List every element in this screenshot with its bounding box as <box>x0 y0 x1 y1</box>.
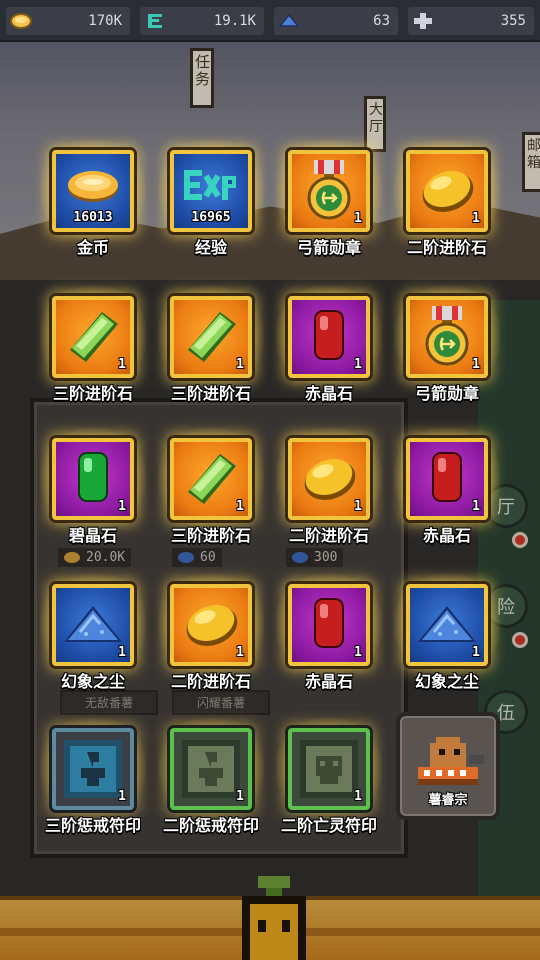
gold-coin-icon <box>10 12 32 30</box>
reward-item[interactable]: 1 二阶进阶石 <box>152 574 270 708</box>
reward-tile: 1 <box>170 296 252 378</box>
reward-tile: 1 <box>52 438 134 520</box>
reward-tile: 16013 <box>52 150 134 232</box>
blue-dust-icon <box>278 12 300 30</box>
reward-item[interactable]: 16013 金币 <box>34 140 152 274</box>
resource-stamina[interactable]: 355 <box>408 7 534 35</box>
reward-count: 1 <box>472 211 480 226</box>
reward-count: 1 <box>354 499 362 514</box>
reward-count: 1 <box>236 645 244 660</box>
reward-item[interactable]: 16965 经验 <box>152 140 270 274</box>
reward-tile: 1 <box>288 728 370 810</box>
resource-experience[interactable]: 19.1K <box>140 7 264 35</box>
reward-item[interactable]: 1 赤晶石 <box>388 428 506 562</box>
reward-tile: 1 <box>406 150 488 232</box>
potato-npc-icon <box>418 737 484 785</box>
reward-name: 二阶进阶石 <box>406 238 487 257</box>
reward-name: 二阶亡灵符印 <box>280 816 377 835</box>
resource-bar: 170K 19.1K 63 355 <box>0 0 540 42</box>
reward-item[interactable]: 1 三阶进阶石 <box>152 428 270 562</box>
experience-e-icon <box>144 12 166 30</box>
reward-name: 幻象之尘 <box>414 672 479 691</box>
reward-count: 1 <box>354 789 362 804</box>
reward-tile: 16965 <box>170 150 252 232</box>
reward-item[interactable]: 1 赤晶石 <box>270 574 388 708</box>
reward-count: 1 <box>354 645 362 660</box>
reward-name: 赤晶石 <box>422 526 471 545</box>
reward-tile: 1 <box>170 584 252 666</box>
reward-item[interactable]: 1 三阶进阶石 <box>152 286 270 420</box>
reward-item[interactable]: 1 幻象之尘 <box>388 574 506 708</box>
npc-name: 薯睿宗 <box>428 793 468 808</box>
reward-tile: 1 <box>170 728 252 810</box>
reward-item[interactable]: 1 赤晶石 <box>270 286 388 420</box>
reward-item[interactable]: 1 二阶惩戒符印 <box>152 718 270 852</box>
reward-tile: 1 <box>288 150 370 232</box>
reward-tile: 1 <box>52 296 134 378</box>
reward-item[interactable]: 1 二阶进阶石 <box>388 140 506 274</box>
reward-tile: 1 <box>288 296 370 378</box>
reward-count: 1 <box>472 499 480 514</box>
npc-card[interactable]: 薯睿宗 <box>396 712 500 820</box>
reward-count: 1 <box>118 357 126 372</box>
reward-tile: 1 <box>406 438 488 520</box>
plus-cross-icon <box>412 12 434 30</box>
reward-count: 1 <box>118 789 126 804</box>
reward-count: 1 <box>354 211 362 226</box>
reward-count: 16965 <box>191 210 231 225</box>
reward-name: 弓箭勋章 <box>414 384 479 403</box>
reward-item[interactable]: 1 碧晶石 <box>34 428 152 562</box>
reward-count: 1 <box>354 357 362 372</box>
reward-count: 1 <box>118 499 126 514</box>
reward-item[interactable]: 1 弓箭勋章 <box>270 140 388 274</box>
resource-dust[interactable]: 63 <box>274 7 398 35</box>
reward-count: 1 <box>472 645 480 660</box>
reward-tile: 1 <box>288 584 370 666</box>
reward-count: 1 <box>236 499 244 514</box>
reward-tile: 1 <box>406 296 488 378</box>
reward-tile: 1 <box>406 584 488 666</box>
reward-item[interactable]: 1 弓箭勋章 <box>388 286 506 420</box>
reward-item[interactable]: 1 幻象之尘 <box>34 574 152 708</box>
resource-gold[interactable]: 170K <box>6 7 130 35</box>
reward-item[interactable]: 1 三阶惩戒符印 <box>34 718 152 852</box>
reward-item[interactable]: 1 二阶亡灵符印 <box>270 718 388 852</box>
reward-count: 1 <box>236 789 244 804</box>
reward-count: 1 <box>118 645 126 660</box>
reward-item[interactable]: 1 三阶进阶石 <box>34 286 152 420</box>
reward-tile: 1 <box>288 438 370 520</box>
reward-item[interactable]: 1 二阶进阶石 <box>270 428 388 562</box>
reward-tile: 1 <box>170 438 252 520</box>
reward-tile: 1 <box>52 584 134 666</box>
reward-count: 16013 <box>73 210 113 225</box>
reward-count: 1 <box>472 357 480 372</box>
reward-tile: 1 <box>52 728 134 810</box>
reward-count: 1 <box>236 357 244 372</box>
